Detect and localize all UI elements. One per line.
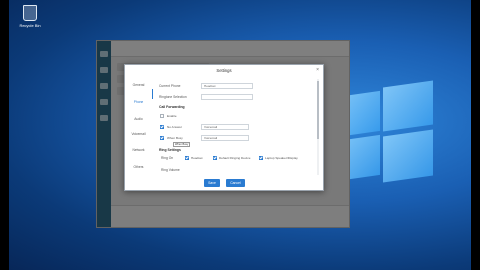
when-busy-checkbox[interactable] [160, 136, 164, 140]
ring-on-label: Ring On [161, 156, 174, 160]
ring-on-default-device-label: Default Ringing Device [219, 156, 251, 160]
settings-dialog: Settings × General Phone Audio Voicemail… [124, 64, 324, 191]
nav-item-others[interactable]: Others [125, 165, 152, 169]
ring-on-headset-label: Headset [191, 156, 203, 160]
trash-icon [23, 5, 37, 21]
nav-item-voicemail[interactable]: Voicemail [125, 132, 152, 136]
ring-volume-label: Ring Volume [161, 168, 180, 172]
ring-on-default-device-checkbox[interactable] [213, 156, 217, 160]
nav-item-audio[interactable]: Audio [125, 117, 152, 121]
when-busy-label: When Busy [167, 136, 183, 140]
scrollbar-thumb[interactable] [317, 81, 319, 139]
ringtone-label: Ringtone Selection [159, 95, 187, 99]
desktop: Recycle Bin Settings × General Phone Aud… [0, 0, 480, 270]
dialog-title: Settings [216, 68, 232, 73]
save-button[interactable]: Save [204, 179, 220, 187]
call-forwarding-heading: Call Forwarding [159, 105, 185, 109]
no-answer-label: No Answer [167, 125, 182, 129]
close-icon[interactable]: × [316, 67, 319, 73]
letterbox-right [471, 0, 480, 270]
ring-settings-heading: Ring Settings [159, 148, 181, 152]
ringtone-select[interactable] [201, 94, 253, 100]
cancel-button[interactable]: Cancel [226, 179, 245, 187]
settings-nav: General Phone Audio Voicemail Network Ot… [125, 79, 152, 179]
recycle-bin-icon[interactable]: Recycle Bin [15, 5, 45, 28]
when-busy-target-select[interactable]: Voicemail [201, 135, 249, 141]
no-answer-checkbox[interactable] [160, 125, 164, 129]
ring-on-laptop-speaker-label: Laptop Speaker/Display [265, 156, 298, 160]
recycle-bin-label: Recycle Bin [19, 23, 41, 28]
enable-forwarding-label: Enable [167, 114, 177, 118]
no-answer-target-select[interactable]: Voicemail [201, 124, 249, 130]
ring-on-headset-checkbox[interactable] [185, 156, 189, 160]
nav-item-general[interactable]: General [125, 83, 152, 87]
nav-item-phone[interactable]: Phone [125, 100, 152, 104]
active-nav-indicator [152, 89, 153, 99]
current-phone-select[interactable]: Headset [201, 83, 253, 89]
ring-on-laptop-speaker-checkbox[interactable] [259, 156, 263, 160]
current-phone-label: Current Phone [159, 84, 181, 88]
nav-item-network[interactable]: Network [125, 148, 152, 152]
letterbox-left [0, 0, 9, 270]
enable-forwarding-checkbox[interactable] [160, 114, 164, 118]
when-busy-tooltip: When Busy [173, 142, 191, 147]
